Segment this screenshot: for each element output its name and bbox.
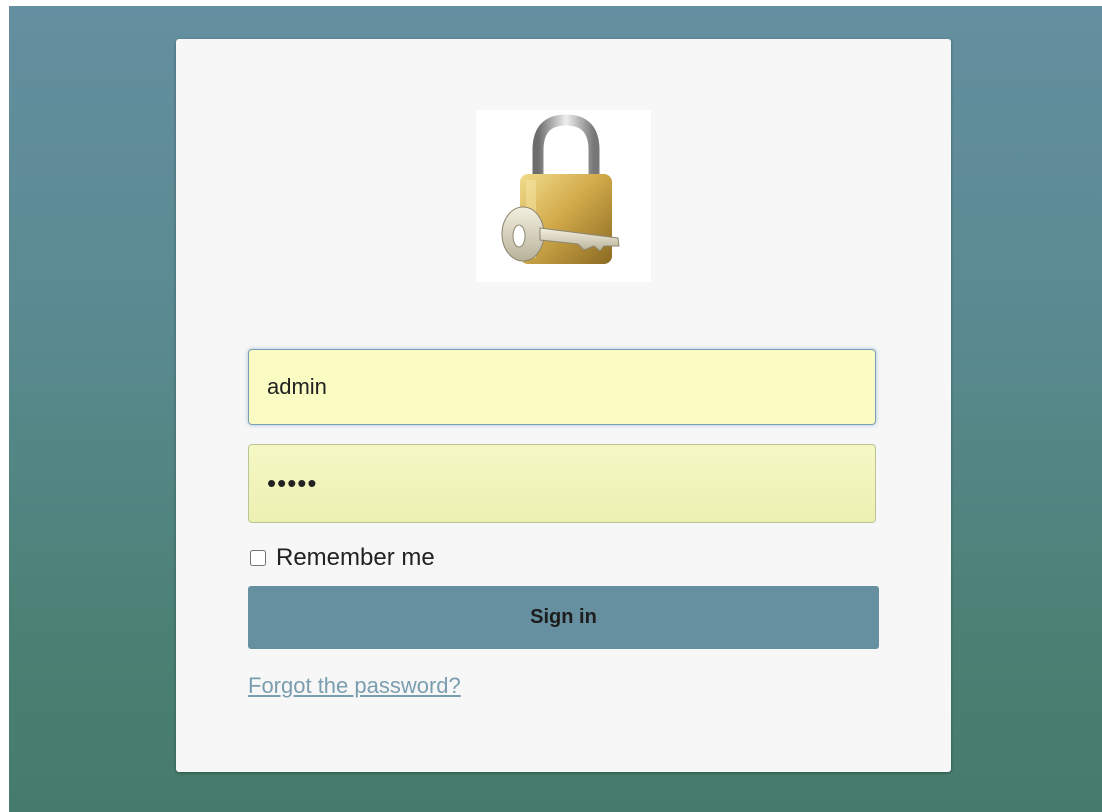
sign-in-button[interactable]: Sign in xyxy=(248,586,879,649)
remember-me-label: Remember me xyxy=(276,544,435,571)
username-input[interactable] xyxy=(248,349,876,425)
login-card: Remember me Sign in Forgot the password? xyxy=(176,39,951,772)
padlock-key-icon xyxy=(476,110,651,282)
remember-me[interactable]: Remember me xyxy=(248,544,435,571)
remember-me-checkbox[interactable] xyxy=(250,550,266,566)
forgot-password-link[interactable]: Forgot the password? xyxy=(248,673,461,699)
password-input[interactable] xyxy=(248,444,876,523)
